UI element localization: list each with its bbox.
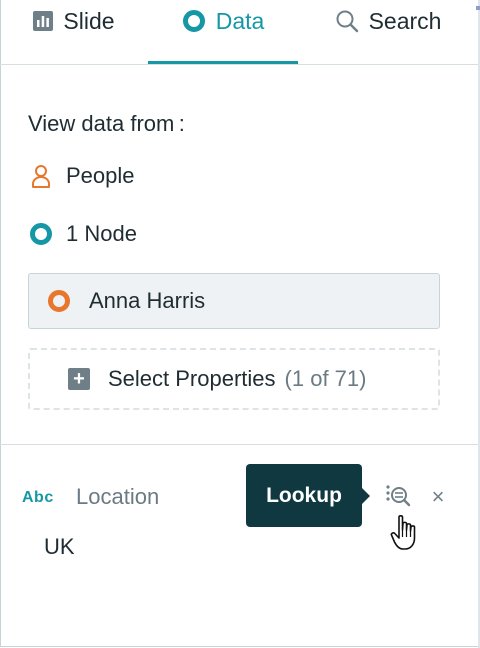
property-name: Location	[76, 484, 160, 509]
tab-search[interactable]: Search	[298, 0, 478, 62]
lookup-icon	[385, 483, 411, 514]
ring-icon	[182, 9, 206, 33]
section-divider	[0, 444, 478, 445]
tooltip-text: Lookup	[266, 483, 342, 507]
property-value: UK	[44, 534, 75, 559]
selected-node-item[interactable]: Anna Harris	[28, 273, 440, 329]
remove-property-button[interactable]: ×	[428, 484, 448, 509]
tab-label: Slide	[63, 7, 115, 34]
lookup-button[interactable]	[384, 484, 412, 512]
tab-label: Search	[368, 7, 442, 34]
search-icon	[335, 9, 359, 33]
panel-tabs: Slide Data Search	[0, 0, 478, 65]
chart-icon	[33, 11, 54, 31]
tab-data[interactable]: Data	[148, 0, 298, 64]
tab-slide[interactable]: Slide	[0, 0, 148, 62]
close-icon: ×	[431, 484, 445, 509]
selected-node-name: Anna Harris	[89, 288, 206, 313]
plus-icon: +	[68, 368, 90, 390]
select-properties-label: Select Properties	[108, 366, 276, 391]
node-ring-icon	[47, 289, 71, 313]
source-type: People	[28, 163, 135, 189]
ring-icon	[28, 222, 54, 246]
select-properties-count: (1 of 71)	[284, 366, 367, 391]
select-properties-button[interactable]: + Select Properties (1 of 71)	[28, 348, 440, 410]
person-icon	[28, 164, 54, 188]
tab-label: Data	[215, 7, 265, 34]
hand-cursor-icon	[390, 514, 424, 557]
source-type-label: People	[66, 163, 135, 188]
node-count-label: 1 Node	[66, 221, 137, 246]
view-from-label: View data from :	[28, 111, 185, 136]
lookup-tooltip: Lookup	[246, 464, 370, 527]
node-count: 1 Node	[28, 221, 137, 247]
property-type-badge: Abc	[22, 489, 54, 506]
